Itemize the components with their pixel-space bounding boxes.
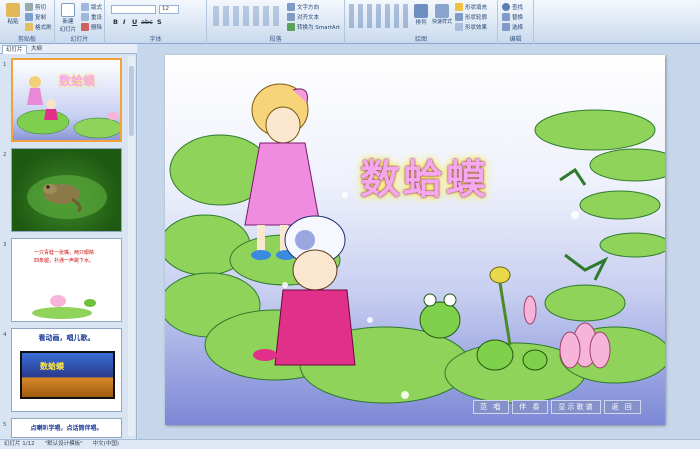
slide-title[interactable]: 数蛤蟆 bbox=[360, 147, 489, 205]
clipboard-group: 粘贴 剪切 复制 格式刷 剪贴板 bbox=[0, 0, 55, 44]
accompaniment-button[interactable]: 伴 奏 bbox=[512, 400, 549, 414]
align-text-icon bbox=[287, 13, 295, 21]
language-indicator[interactable]: 中文(中国) bbox=[93, 440, 119, 449]
arrange-button[interactable]: 排列 bbox=[413, 4, 429, 26]
paste-button[interactable]: 粘贴 bbox=[3, 3, 23, 25]
tab-outline[interactable]: 大纲 bbox=[28, 45, 45, 54]
slide-thumbnail-5[interactable]: 点喇叭学唱，点话筒伴唱。 bbox=[11, 418, 122, 438]
slide-thumbnail-2[interactable] bbox=[11, 148, 122, 232]
shapes-gallery[interactable] bbox=[349, 4, 409, 28]
slide-number: 3 bbox=[3, 242, 7, 248]
thumb-video: 数蛤蟆 bbox=[20, 351, 115, 399]
layout-icon bbox=[81, 3, 89, 11]
slides-panel: 幻灯片 大纲 1 数蛤蟆 2 3 一只青蛙一张嘴，两只眼睛四条腿，扑通一声跳下水… bbox=[0, 44, 137, 439]
copy-icon bbox=[25, 13, 33, 21]
align-text-button[interactable]: 对齐文本 bbox=[287, 13, 319, 21]
editing-label: 编辑 bbox=[509, 36, 522, 43]
clipboard-label: 剪贴板 bbox=[17, 36, 36, 43]
replace-button[interactable]: 替换 bbox=[502, 13, 523, 21]
theme-name: "默认设计模板" bbox=[44, 441, 83, 447]
bold-button[interactable]: B bbox=[113, 18, 118, 26]
tab-slides[interactable]: 幻灯片 bbox=[2, 45, 27, 54]
font-group: 12 B I U abc S 字体 bbox=[105, 0, 207, 44]
select-button[interactable]: 选择 bbox=[502, 23, 523, 31]
copy-button[interactable]: 复制 bbox=[25, 13, 46, 21]
font-size-field[interactable]: 12 bbox=[159, 5, 179, 14]
thumb-lotus bbox=[32, 295, 96, 319]
delete-button[interactable]: 删除 bbox=[81, 23, 102, 31]
pen-icon bbox=[455, 13, 463, 21]
smartart-button[interactable]: 转换为 SmartArt bbox=[287, 23, 340, 31]
panel-tabs: 幻灯片 大纲 bbox=[0, 44, 137, 54]
slide-counter: 幻灯片 1/12 bbox=[4, 441, 35, 447]
shadow-button[interactable]: S bbox=[157, 18, 162, 26]
paragraph-format-buttons[interactable] bbox=[213, 6, 279, 26]
text-direction-icon bbox=[287, 3, 295, 11]
layout-button[interactable]: 版式 bbox=[81, 3, 102, 11]
slide-nav-buttons: 范 唱 伴 奏 显示歌谱 返 回 bbox=[473, 400, 641, 414]
cut-button[interactable]: 剪切 bbox=[25, 3, 46, 11]
drawing-label: 绘图 bbox=[414, 36, 427, 43]
paragraph-label: 段落 bbox=[269, 36, 282, 43]
slide-number: 1 bbox=[3, 62, 7, 68]
strikethrough-button[interactable]: abc bbox=[141, 18, 153, 26]
font-name-field[interactable] bbox=[111, 5, 156, 14]
video-title: 数蛤蟆 bbox=[40, 362, 64, 371]
quick-styles-icon bbox=[435, 4, 449, 18]
effects-icon bbox=[455, 23, 463, 31]
ribbon: 粘贴 剪切 复制 格式刷 剪贴板 新建 幻灯片 版式 重设 删除 幻灯片 12 … bbox=[0, 0, 700, 44]
drawing-group: 排列 快速样式 形状填充 形状轮廓 形状效果 绘图 bbox=[345, 0, 498, 44]
slide-illustration bbox=[165, 83, 665, 408]
slides-label: 幻灯片 bbox=[70, 36, 89, 43]
fill-bucket-icon bbox=[455, 3, 463, 11]
reset-button[interactable]: 重设 bbox=[81, 13, 102, 21]
paragraph-group: 文字方向 对齐文本 转换为 SmartArt 段落 bbox=[207, 0, 345, 44]
show-score-button[interactable]: 显示歌谱 bbox=[551, 400, 602, 414]
find-button[interactable]: 查找 bbox=[502, 3, 523, 11]
return-button[interactable]: 返 回 bbox=[604, 400, 641, 414]
editing-group: 查找 替换 选择 编辑 bbox=[498, 0, 534, 44]
binoculars-icon bbox=[502, 3, 510, 11]
slide-number: 4 bbox=[3, 332, 7, 338]
new-slide-icon bbox=[61, 3, 75, 17]
brush-icon bbox=[25, 23, 33, 31]
delete-icon bbox=[81, 23, 89, 31]
replace-icon bbox=[502, 13, 510, 21]
shape-fill-button[interactable]: 形状填充 bbox=[455, 3, 487, 11]
scissors-icon bbox=[25, 3, 33, 11]
thumb-illustration bbox=[16, 76, 120, 139]
smartart-icon bbox=[287, 23, 295, 31]
slide-thumbnail-1[interactable]: 数蛤蟆 bbox=[11, 58, 122, 142]
slide-thumbnail-4[interactable]: 看动画，唱儿歌。 数蛤蟆 bbox=[11, 328, 122, 412]
shape-effects-button[interactable]: 形状效果 bbox=[455, 23, 487, 31]
slide-thumbnail-3[interactable]: 一只青蛙一张嘴，两只眼睛四条腿，扑通一声跳下水。 bbox=[11, 238, 122, 322]
font-label: 字体 bbox=[149, 36, 162, 43]
scrollbar-thumb[interactable] bbox=[129, 66, 134, 136]
sing-demo-button[interactable]: 范 唱 bbox=[473, 400, 510, 414]
text-direction-button[interactable]: 文字方向 bbox=[287, 3, 319, 11]
frog-photo bbox=[27, 175, 107, 219]
shape-outline-button[interactable]: 形状轮廓 bbox=[455, 13, 487, 21]
thumb-title: 点喇叭学唱，点话筒伴唱。 bbox=[30, 425, 103, 432]
underline-button[interactable]: U bbox=[132, 18, 137, 26]
quick-styles-button[interactable]: 快速样式 bbox=[431, 4, 453, 25]
reset-icon bbox=[81, 13, 89, 21]
paste-icon bbox=[6, 3, 20, 17]
status-bar: 幻灯片 1/12 "默认设计模板" 中文(中国) bbox=[0, 439, 700, 449]
italic-button[interactable]: I bbox=[123, 18, 125, 26]
new-slide-button[interactable]: 新建 幻灯片 bbox=[57, 3, 79, 33]
cursor-icon bbox=[502, 23, 510, 31]
format-painter-button[interactable]: 格式刷 bbox=[25, 23, 52, 31]
thumb-title: 看动画，唱儿歌。 bbox=[38, 334, 95, 342]
slides-group: 新建 幻灯片 版式 重设 删除 幻灯片 bbox=[55, 0, 105, 44]
arrange-icon bbox=[414, 4, 428, 18]
slide-number: 5 bbox=[3, 422, 7, 428]
panel-scrollbar[interactable] bbox=[128, 56, 135, 436]
current-slide[interactable]: 数蛤蟆 范 唱 伴 奏 显示歌谱 返 回 bbox=[165, 55, 665, 425]
slide-number: 2 bbox=[3, 152, 7, 158]
